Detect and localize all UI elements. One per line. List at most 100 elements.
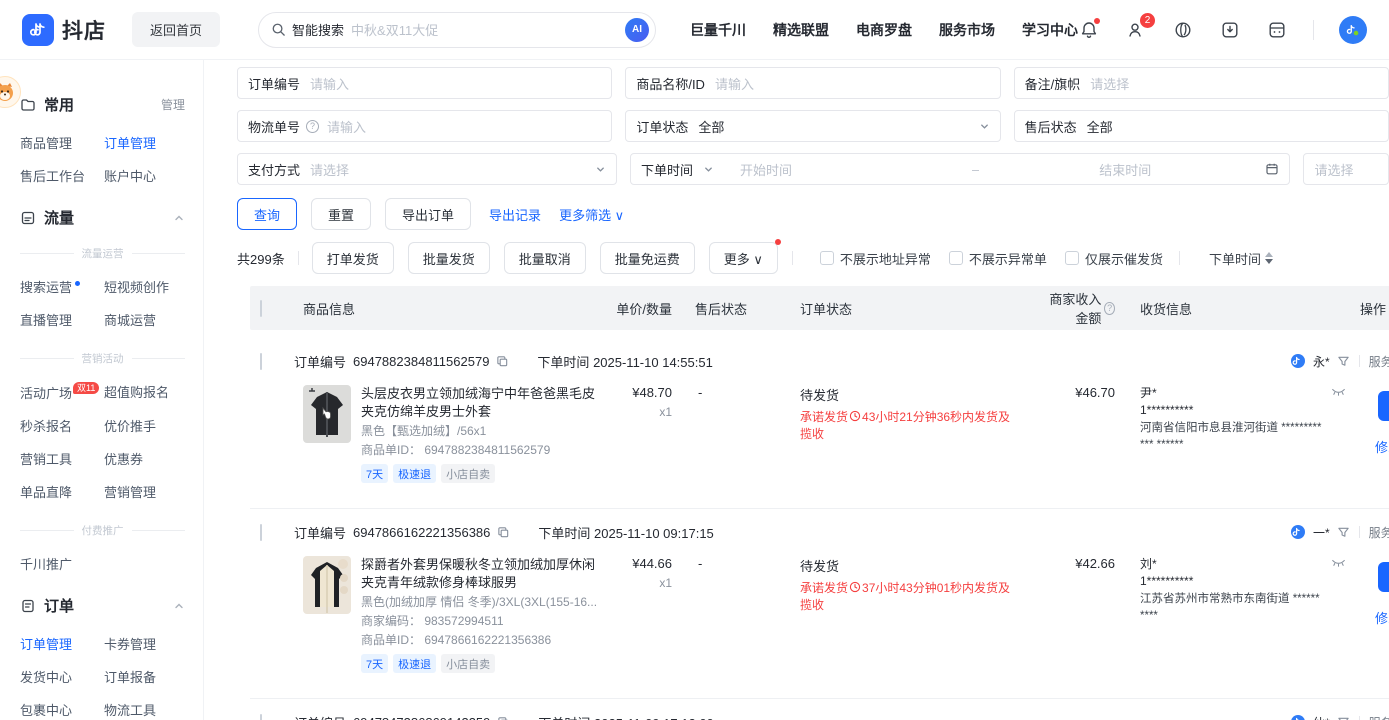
flag-funnel-icon[interactable]: [1337, 526, 1350, 539]
sidebar-item-coupon[interactable]: 优惠券: [104, 449, 185, 468]
sidebar-item-live-manage[interactable]: 直播管理: [20, 310, 104, 329]
filter-product-input[interactable]: 商品名称/ID 请输入: [625, 67, 1000, 99]
sidebar-item-card-coupon[interactable]: 卡券管理: [104, 634, 185, 653]
sidebar-item-account-center[interactable]: 账户中心: [104, 166, 185, 185]
account-avatar[interactable]: [1339, 16, 1367, 44]
manage-link[interactable]: 管理: [161, 96, 185, 113]
ship-button[interactable]: [1378, 391, 1389, 421]
flag-funnel-icon[interactable]: [1337, 355, 1350, 368]
collapse-chevron-icon[interactable]: [173, 600, 185, 612]
sidebar-item-ship-center[interactable]: 发货中心: [20, 667, 104, 686]
collapse-chevron-icon[interactable]: [173, 212, 185, 224]
select-all-checkbox[interactable]: [260, 300, 262, 317]
only-urged-checkbox[interactable]: 仅展示催发货: [1065, 249, 1163, 268]
sidebar-item-marketing-manage[interactable]: 营销管理: [104, 482, 185, 501]
page: 抖店 返回首页 智能搜索 中秋&双11大促 AI 巨量千川 精选联盟 电商罗盘 …: [0, 0, 1389, 720]
start-time-placeholder[interactable]: 开始时间: [740, 160, 792, 179]
sidebar-item-package-center[interactable]: 包裹中心: [20, 700, 104, 719]
help-icon[interactable]: ?: [306, 120, 319, 133]
sidebar-item-goods-manage[interactable]: 商品管理: [20, 133, 104, 152]
shop-apps-icon[interactable]: [1266, 19, 1288, 41]
filter-payment-select[interactable]: 支付方式 请选择: [237, 153, 617, 185]
product-item-id: 商品单ID： 6947866162221356386: [361, 632, 606, 649]
sidebar-item-order-manage[interactable]: 订单管理: [104, 133, 185, 152]
export-orders-button[interactable]: 导出订单: [385, 198, 471, 230]
customer-service-icon[interactable]: [1172, 19, 1194, 41]
nav-learning-center[interactable]: 学习中心: [1022, 20, 1078, 40]
filter-aftersale-status-select[interactable]: 售后状态 全部: [1014, 110, 1389, 142]
row-checkbox[interactable]: [260, 353, 262, 370]
notification-bell-icon[interactable]: [1078, 19, 1100, 41]
col-price-qty: 单价/数量: [606, 299, 686, 318]
filter-extra-select[interactable]: 请选择: [1303, 153, 1389, 185]
nav-service-market[interactable]: 服务市场: [939, 20, 995, 40]
nav-luopan[interactable]: 电商罗盘: [856, 20, 912, 40]
ship-button[interactable]: [1378, 562, 1389, 592]
hide-address-abnormal-checkbox[interactable]: 不展示地址异常: [820, 249, 931, 268]
batch-free-shipping-button[interactable]: 批量免运费: [600, 242, 695, 274]
contacts-icon[interactable]: 2: [1125, 19, 1147, 41]
export-log-link[interactable]: 导出记录: [489, 205, 541, 224]
app-logo[interactable]: 抖店: [22, 14, 106, 46]
batch-cancel-button[interactable]: 批量取消: [504, 242, 586, 274]
income-help-icon[interactable]: ?: [1104, 302, 1115, 315]
sidebar-item-order-report[interactable]: 订单报备: [104, 667, 185, 686]
filter-time-range[interactable]: 下单时间 开始时间 – 结束时间: [630, 153, 1290, 185]
copy-icon[interactable]: [496, 355, 509, 368]
filter-tracking-input[interactable]: 物流单号 ? 请输入: [237, 110, 612, 142]
copy-icon[interactable]: [497, 716, 510, 720]
download-icon[interactable]: [1219, 19, 1241, 41]
sidebar-item-logistics-tools[interactable]: 物流工具: [104, 700, 185, 719]
sort-carets-icon: [1265, 252, 1273, 264]
filter-order-no-input[interactable]: 订单编号 请输入: [237, 67, 612, 99]
checkbox[interactable]: [949, 251, 963, 265]
sidebar-item-seckill[interactable]: 秒杀报名: [20, 416, 104, 435]
sidebar-item-single-discount[interactable]: 单品直降: [20, 482, 104, 501]
filter-remark-select[interactable]: 备注/旗帜 请选择: [1014, 67, 1389, 99]
sidebar-item-super-value[interactable]: 超值购报名: [104, 382, 185, 402]
end-time-placeholder[interactable]: 结束时间: [1099, 160, 1151, 179]
reset-button[interactable]: 重置: [311, 198, 371, 230]
sidebar-item-qianchuan-promo[interactable]: 千川推广: [20, 554, 104, 573]
order-time: 2025-11-10 14:55:51: [593, 355, 713, 370]
modify-address-link[interactable]: 修改地址: [1375, 437, 1389, 456]
sidebar-item-search-ops[interactable]: 搜索运营: [20, 277, 104, 296]
batch-ship-button[interactable]: 批量发货: [408, 242, 490, 274]
more-filters-link[interactable]: 更多筛选 ∨: [559, 205, 624, 224]
copy-icon[interactable]: [497, 526, 510, 539]
sidebar-section-liuliang: 流量: [20, 207, 185, 228]
checkbox[interactable]: [820, 251, 834, 265]
reveal-eye-icon[interactable]: [1331, 387, 1346, 397]
more-actions-button[interactable]: 更多 ∨: [709, 242, 778, 274]
filter-order-status-select[interactable]: 订单状态 全部: [625, 110, 1000, 142]
hide-abnormal-order-checkbox[interactable]: 不展示异常单: [949, 249, 1047, 268]
table-header: 商品信息 单价/数量 售后状态 订单状态 商家收入金额? 收货信息 操作: [250, 286, 1389, 330]
product-image[interactable]: [303, 385, 351, 443]
checkbox[interactable]: [1065, 251, 1079, 265]
ai-search-button[interactable]: AI: [625, 18, 649, 42]
sort-by-order-time[interactable]: 下单时间: [1209, 249, 1273, 268]
sidebar-item-order-manage-2[interactable]: 订单管理: [20, 634, 104, 653]
sidebar-item-marketing-tools[interactable]: 营销工具: [20, 449, 104, 468]
print-ship-button[interactable]: 打单发货: [312, 242, 394, 274]
query-button[interactable]: 查询: [237, 198, 297, 230]
row-checkbox[interactable]: [260, 524, 262, 541]
nav-jingxuan-lianmeng[interactable]: 精选联盟: [773, 20, 829, 40]
flag-funnel-icon[interactable]: [1337, 716, 1350, 720]
chevron-down-icon[interactable]: [703, 164, 714, 175]
nav-qianchuan[interactable]: 巨量千川: [690, 20, 746, 40]
product-image[interactable]: [303, 556, 351, 614]
sidebar-item-short-video[interactable]: 短视频创作: [104, 277, 185, 296]
row-checkbox[interactable]: [260, 714, 262, 720]
product-title[interactable]: 头层皮衣男立领加绒海宁中年爸爸黑毛皮夹克仿绵羊皮男士外套: [361, 385, 606, 421]
modify-address-link[interactable]: 修改地址: [1375, 608, 1389, 627]
sidebar-item-aftersale-workbench[interactable]: 售后工作台: [20, 166, 104, 185]
notification-dot: [1094, 18, 1100, 24]
sidebar-item-youjia[interactable]: 优价推手: [104, 416, 185, 435]
sidebar-item-mall-ops[interactable]: 商城运营: [104, 310, 185, 329]
sidebar-item-activity-plaza[interactable]: 活动广场双11: [20, 382, 104, 402]
search-input[interactable]: 智能搜索 中秋&双11大促 AI: [258, 12, 656, 48]
product-title[interactable]: 探爵者外套男保暖秋冬立领加绒加厚休闲夹克青年绒款修身棒球服男: [361, 556, 606, 592]
reveal-eye-icon[interactable]: [1331, 558, 1346, 568]
back-home-button[interactable]: 返回首页: [132, 12, 220, 47]
